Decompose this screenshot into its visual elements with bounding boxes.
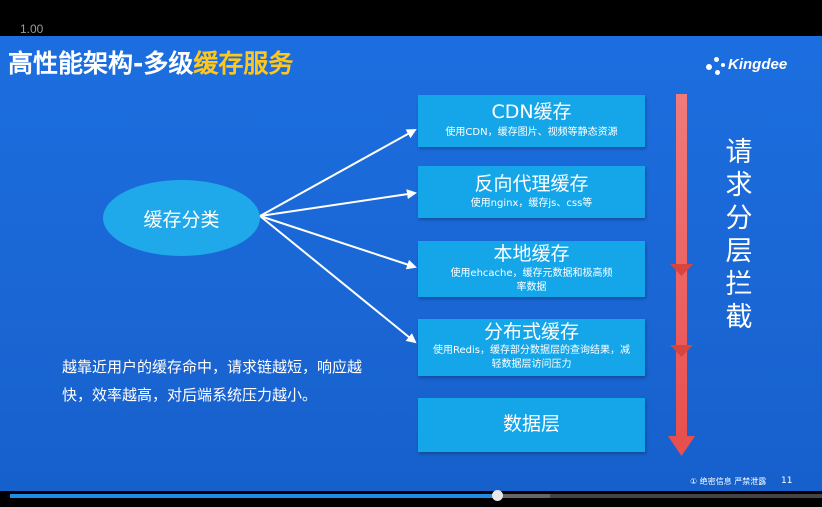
- summary-note: 越靠近用户的缓存命中，请求链越短，响应越快，效率越高，对后端系统压力越小。: [62, 358, 363, 404]
- layer-desc: 使用CDN，缓存图片、视频等静态资源: [445, 127, 618, 138]
- layer-title: 数据层: [502, 413, 560, 435]
- layer-box-data: 数据层: [418, 398, 645, 452]
- layer-desc: 使用Redis，缓存部分数据层的查询结果，减轻数据层访问压力: [433, 345, 630, 370]
- arrows-layer: [259, 94, 695, 456]
- layer-title: 反向代理缓存: [474, 173, 589, 195]
- layer-desc: 使用ehcache，缓存元数据和极高频率数据: [450, 268, 613, 293]
- slide: 高性能架构-多级缓存服务 Kingdee 缓存分类 CDN缓存 使用CDN，缓存…: [0, 36, 822, 491]
- progress-bar[interactable]: [10, 490, 822, 501]
- layer-title: CDN缓存: [491, 101, 572, 123]
- cache-category-ellipse: 缓存分类: [103, 180, 260, 256]
- request-down-arrow: [668, 94, 695, 456]
- connector-arrow: [259, 189, 417, 217]
- connector-arrow: [259, 215, 417, 344]
- playback-speed[interactable]: 1.00: [20, 22, 43, 36]
- layer-desc: 使用nginx，缓存js、css等: [470, 198, 593, 209]
- page-number: 11: [781, 476, 793, 486]
- vertical-label: 请求分层拦截: [725, 137, 753, 333]
- connector-arrow: [259, 215, 417, 270]
- progress-fill: [10, 494, 498, 498]
- confidential-footer: ① 绝密信息 严禁泄露: [690, 477, 767, 486]
- progress-buffered: [497, 494, 550, 498]
- progress-thumb[interactable]: [492, 490, 504, 501]
- layer-box-local: 本地缓存 使用ehcache，缓存元数据和极高频率数据: [418, 241, 645, 297]
- layer-box-distributed: 分布式缓存 使用Redis，缓存部分数据层的查询结果，减轻数据层访问压力: [418, 319, 645, 376]
- layer-box-cdn: CDN缓存 使用CDN，缓存图片、视频等静态资源: [418, 95, 645, 147]
- connector-arrow: [259, 129, 417, 217]
- player-top-bar: 1.00: [0, 0, 822, 36]
- layer-box-reverse-proxy: 反向代理缓存 使用nginx，缓存js、css等: [418, 166, 645, 218]
- ellipse-label: 缓存分类: [143, 208, 220, 231]
- layer-title: 分布式缓存: [483, 321, 579, 343]
- layer-title: 本地缓存: [493, 243, 570, 265]
